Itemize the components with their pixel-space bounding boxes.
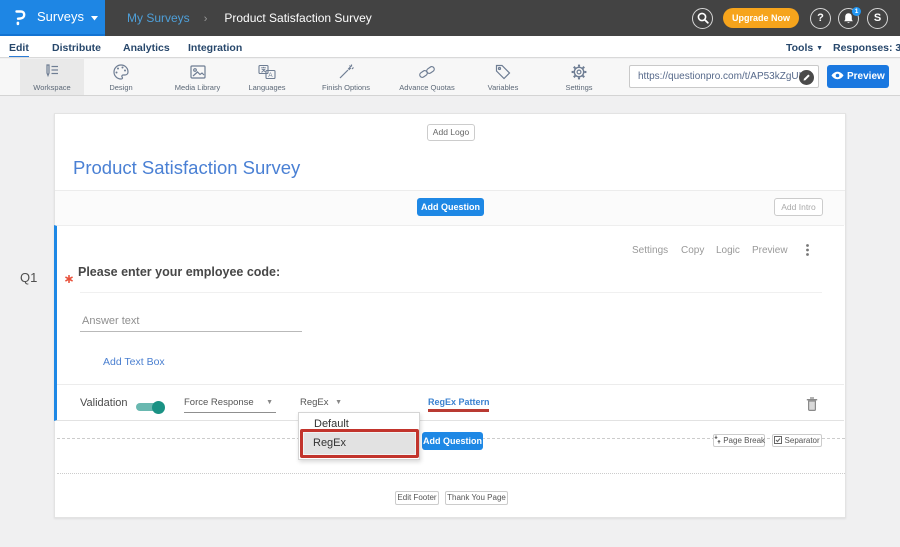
- svg-text:A: A: [268, 72, 273, 79]
